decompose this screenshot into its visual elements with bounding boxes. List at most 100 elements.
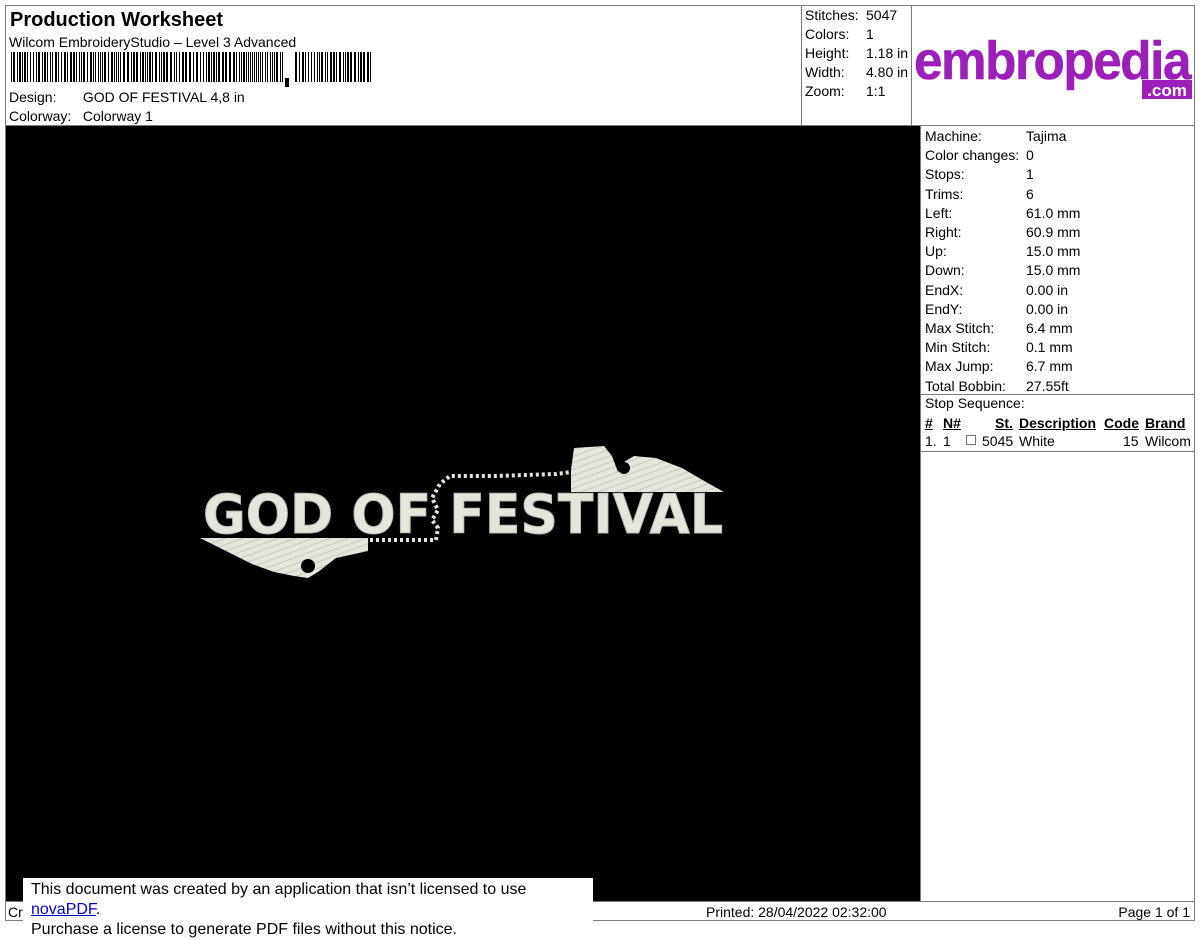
barcode-bar — [347, 52, 349, 82]
barcode-bar — [206, 52, 207, 82]
info-label: Down: — [925, 262, 965, 279]
row-brand: Wilcom — [1145, 433, 1191, 449]
col-st: St. — [995, 415, 1013, 431]
width-label: Width: — [805, 64, 845, 80]
barcode-bar — [363, 52, 365, 82]
info-value: 27.55ft — [1026, 377, 1069, 394]
page-title: Production Worksheet — [10, 9, 223, 31]
row-num: 1. — [925, 433, 937, 449]
barcode-bar — [250, 52, 251, 82]
col-num: # — [925, 415, 933, 431]
barcode-bar — [265, 52, 266, 82]
barcode-bar — [152, 52, 153, 82]
info-value: 6.4 mm — [1026, 320, 1073, 336]
info-label: Trims: — [925, 185, 964, 202]
barcode-bar — [211, 52, 212, 82]
barcode-bar — [76, 52, 77, 82]
col-desc: Description — [1019, 415, 1097, 431]
logo-graphic: embropedia .com — [914, 31, 1194, 100]
machine-info-row: Max Stitch: 6.4 mm — [925, 320, 1073, 339]
barcode-bar — [367, 52, 369, 82]
printed-date: Printed: 28/04/2022 02:32:00 — [706, 904, 887, 920]
barcode-bar — [61, 52, 62, 82]
info-label: Max Jump: — [925, 358, 994, 375]
barcode-bar — [102, 52, 103, 82]
info-value: 6.7 mm — [1026, 358, 1073, 375]
divider — [921, 451, 1194, 452]
barcode-bar — [47, 52, 48, 82]
machine-info-row: Machine: Tajima — [925, 128, 1066, 147]
barcode-bar — [345, 52, 346, 82]
footer-left: Cr — [8, 904, 23, 920]
height-value: 1.18 in — [866, 45, 909, 61]
barcode-bar — [185, 52, 187, 82]
design-preview-canvas: GOD OF FESTIVAL — [6, 126, 920, 901]
barcode-bar — [248, 52, 249, 82]
barcode-bar — [127, 52, 129, 82]
barcode-bar — [163, 52, 165, 82]
barcode-bar — [189, 52, 191, 82]
barcode-bar — [90, 52, 92, 82]
barcode-bar — [118, 52, 119, 82]
barcode-bar — [13, 52, 15, 82]
zoom-label: Zoom: — [805, 83, 845, 99]
barcode-bar — [33, 52, 34, 82]
info-label: EndX: — [925, 281, 964, 298]
info-label: Total Bobbin: — [925, 377, 1006, 394]
barcode-bar — [254, 52, 255, 82]
barcode-bar — [252, 52, 253, 82]
barcode-bar — [236, 52, 237, 82]
colorway-value: Colorway 1 — [82, 108, 153, 124]
barcode-bar — [327, 52, 328, 82]
barcode-bar — [58, 52, 59, 82]
barcode-bar — [225, 52, 227, 82]
barcode-bar — [314, 52, 315, 82]
barcode-bar — [81, 52, 82, 82]
barcode-bar — [50, 52, 51, 82]
info-label: Up: — [925, 243, 947, 260]
barcode-bar — [333, 52, 335, 82]
machine-info-row: Left: 61.0 mm — [925, 205, 1080, 224]
barcode-bar — [370, 52, 371, 82]
height-label: Height: — [805, 45, 850, 61]
barcode-bar — [64, 52, 66, 82]
info-value: 0.00 in — [1026, 281, 1069, 298]
barcode-bar — [104, 52, 106, 82]
barcode-bar — [350, 52, 352, 82]
machine-info-row: EndY: 0.00 in — [925, 301, 1068, 320]
barcode-bar — [239, 52, 240, 82]
barcode-bar — [302, 52, 304, 82]
colorway-row: Colorway: Colorway 1 — [9, 108, 153, 124]
stitches-value: 5047 — [866, 7, 898, 23]
barcode-bar — [272, 52, 273, 82]
barcode-bar — [246, 52, 247, 82]
colors-label: Colors: — [805, 26, 850, 42]
info-label: Left: — [925, 204, 953, 221]
barcode-bar — [213, 52, 215, 82]
machine-info-row: Min Stitch: 0.1 mm — [925, 339, 1073, 358]
info-value: 61.0 mm — [1026, 204, 1081, 221]
barcode-bar — [196, 52, 198, 82]
barcode-bar — [280, 52, 281, 82]
barcode-bar — [17, 52, 18, 82]
embroidery-design: GOD OF FESTIVAL — [200, 446, 724, 578]
zoom-value: 1:1 — [866, 83, 886, 99]
barcode-bar — [87, 52, 88, 82]
col-n: N# — [943, 415, 961, 431]
barcode-bar — [354, 52, 356, 82]
barcode-bar — [114, 52, 115, 82]
info-label: Max Stitch: — [925, 320, 995, 336]
barcode-bar — [79, 52, 80, 82]
novapdf-link[interactable]: novaPDF — [31, 901, 96, 918]
machine-info-row: Trims: 6 — [925, 186, 1034, 205]
stop-sequence-title: Stop Sequence: — [925, 395, 1025, 411]
barcode-bar — [256, 52, 257, 82]
barcode-bar — [243, 52, 245, 82]
barcode-bar — [193, 52, 194, 82]
notice-prefix: This document was created by an applicat… — [31, 881, 527, 898]
barcode-bar — [270, 52, 271, 82]
machine-info-row: Max Jump: 6.7 mm — [925, 358, 1073, 377]
barcode-bar — [44, 52, 46, 82]
barcode-bar — [179, 52, 180, 82]
width-value: 4.80 in — [866, 64, 909, 80]
